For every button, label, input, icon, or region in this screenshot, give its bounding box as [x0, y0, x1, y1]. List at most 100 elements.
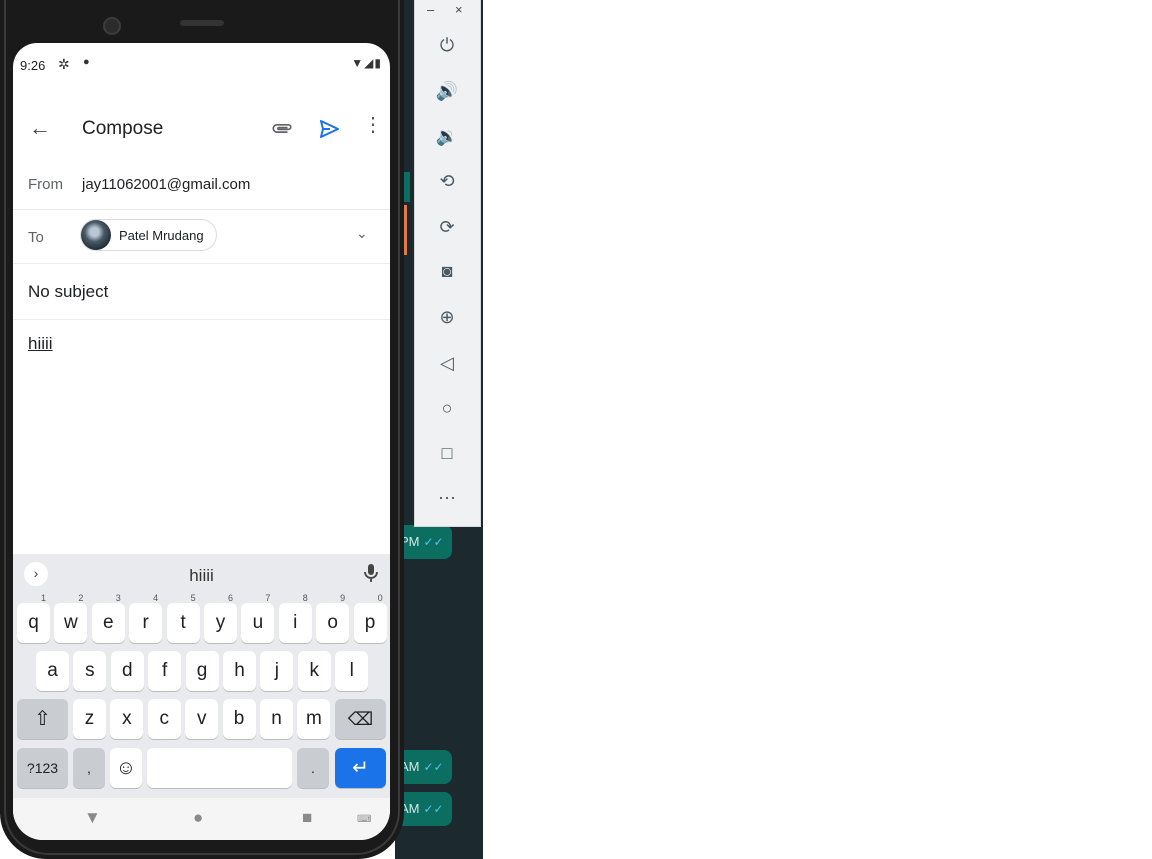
attachment-icon[interactable]: [271, 117, 293, 144]
shift-key[interactable]: ⇧: [17, 699, 68, 739]
zoom-icon[interactable]: ⊕: [434, 304, 460, 330]
key-v[interactable]: v: [185, 699, 219, 739]
page-title: Compose: [82, 118, 164, 139]
key-number-hint: 3: [115, 593, 121, 603]
key-e[interactable]: e3: [91, 593, 125, 643]
key-d[interactable]: d: [110, 651, 144, 691]
key-letter: r: [142, 612, 149, 633]
more-icon[interactable]: ⋯: [434, 485, 460, 511]
subject-placeholder: No subject: [28, 282, 109, 301]
emoji-key[interactable]: ☺: [110, 748, 142, 788]
key-number-hint: 7: [265, 593, 271, 603]
key-h[interactable]: h: [223, 651, 256, 691]
phone-frame: 9:26 ✲ ● ▼◢▮ ← Compose ⋮ From jay1106200…: [0, 0, 404, 859]
suggestion-word[interactable]: hiiii: [13, 566, 390, 586]
key-number-hint: 1: [40, 593, 46, 603]
phone-screen: 9:26 ✲ ● ▼◢▮ ← Compose ⋮ From jay1106200…: [13, 43, 390, 840]
rotate-right-icon[interactable]: ⟳: [434, 214, 460, 240]
space-key[interactable]: [147, 748, 292, 788]
volume-down-icon[interactable]: 🔉: [434, 123, 460, 149]
key-x[interactable]: x: [110, 699, 144, 739]
recipient-chip[interactable]: Patel Mrudang: [80, 219, 217, 251]
from-email: jay11062001@gmail.com: [82, 176, 251, 193]
nav-recents-icon[interactable]: ■: [302, 808, 312, 828]
front-camera: [103, 17, 121, 35]
key-s[interactable]: s: [73, 651, 107, 691]
send-icon[interactable]: [317, 117, 341, 146]
key-z[interactable]: z: [73, 699, 106, 739]
key-o[interactable]: o9: [316, 593, 350, 643]
keyboard: › hiiii q1w2e3r4t5y6u7i8o9p0 asdfghjkl ⇧…: [13, 554, 390, 798]
volume-up-icon[interactable]: 🔊: [434, 78, 460, 104]
symbols-key[interactable]: ?123: [17, 748, 68, 788]
key-letter: e: [103, 612, 114, 633]
key-g[interactable]: g: [185, 651, 219, 691]
more-options-icon[interactable]: ⋮: [363, 115, 383, 135]
key-y[interactable]: y6: [204, 593, 237, 643]
period-key[interactable]: .: [297, 748, 329, 788]
rotate-left-icon[interactable]: ⟲: [434, 168, 460, 194]
key-letter: w: [64, 612, 78, 633]
minimize-icon[interactable]: –: [427, 2, 434, 17]
home-icon[interactable]: ○: [434, 395, 460, 421]
key-i[interactable]: i8: [278, 593, 312, 643]
back-arrow-icon[interactable]: ←: [29, 115, 51, 141]
key-q[interactable]: q1: [17, 593, 50, 643]
earpiece-speaker: [180, 20, 224, 26]
key-t[interactable]: t5: [166, 593, 200, 643]
subject-field[interactable]: No subject: [13, 263, 390, 320]
key-j[interactable]: j: [260, 651, 294, 691]
nav-back-icon[interactable]: ▼: [84, 808, 101, 828]
key-letter: q: [28, 612, 39, 633]
background-accent: [404, 172, 410, 202]
key-u[interactable]: u7: [241, 593, 275, 643]
to-field[interactable]: To Patel Mrudang ⌄: [13, 209, 390, 264]
emulator-toolbar: – × ⏻ 🔊 🔉 ⟲ ⟳ ◙ ⊕ ◁ ○ □ ⋯: [414, 0, 481, 527]
from-field[interactable]: From jay11062001@gmail.com: [13, 161, 390, 210]
back-icon[interactable]: ◁: [434, 350, 460, 376]
key-number-hint: 9: [340, 593, 346, 603]
key-k[interactable]: k: [297, 651, 331, 691]
read-ticks-icon: ✓✓: [423, 802, 444, 816]
key-p[interactable]: p0: [353, 593, 387, 643]
keyboard-switch-icon[interactable]: ⌨: [357, 814, 371, 825]
read-ticks-icon: ✓✓: [423, 760, 444, 774]
read-ticks-icon: ✓✓: [423, 535, 444, 549]
key-number-hint: 2: [78, 593, 84, 603]
key-n[interactable]: n: [260, 699, 293, 739]
key-l[interactable]: l: [335, 651, 369, 691]
key-a[interactable]: a: [36, 651, 69, 691]
from-label: From: [28, 176, 63, 193]
nav-home-icon[interactable]: ●: [193, 808, 203, 828]
key-number-hint: 4: [153, 593, 159, 603]
key-m[interactable]: m: [297, 699, 331, 739]
settings-icon: ✲: [58, 56, 70, 72]
key-number-hint: 0: [377, 593, 383, 603]
chevron-down-icon[interactable]: ⌄: [356, 225, 368, 242]
camera-icon[interactable]: ◙: [434, 258, 460, 284]
suggestion-strip: › hiiii: [13, 554, 390, 596]
key-number-hint: 6: [227, 593, 233, 603]
chat-bubble: AM ✓✓: [400, 792, 452, 826]
chat-bubble: PM ✓✓: [400, 525, 452, 559]
notification-dot-icon: ●: [83, 56, 90, 68]
comma-key[interactable]: ,: [73, 748, 105, 788]
overview-icon[interactable]: □: [434, 440, 460, 466]
key-letter: u: [252, 612, 264, 633]
key-c[interactable]: c: [147, 699, 181, 739]
enter-key[interactable]: ↵: [335, 748, 386, 788]
status-time: 9:26: [20, 58, 46, 73]
close-icon[interactable]: ×: [455, 2, 463, 17]
key-f[interactable]: f: [148, 651, 182, 691]
chat-bubble: AM ✓✓: [400, 750, 452, 784]
navigation-bar: ▼ ● ■ ⌨: [13, 798, 390, 840]
power-icon[interactable]: ⏻: [434, 32, 460, 58]
key-b[interactable]: b: [222, 699, 256, 739]
body-input[interactable]: hiiii: [28, 334, 53, 354]
key-letter: t: [180, 612, 186, 633]
key-r[interactable]: r4: [129, 593, 163, 643]
microphone-icon[interactable]: [363, 562, 379, 589]
key-w[interactable]: w2: [54, 593, 88, 643]
backspace-key[interactable]: ⌫: [335, 699, 386, 739]
to-label: To: [28, 229, 44, 246]
